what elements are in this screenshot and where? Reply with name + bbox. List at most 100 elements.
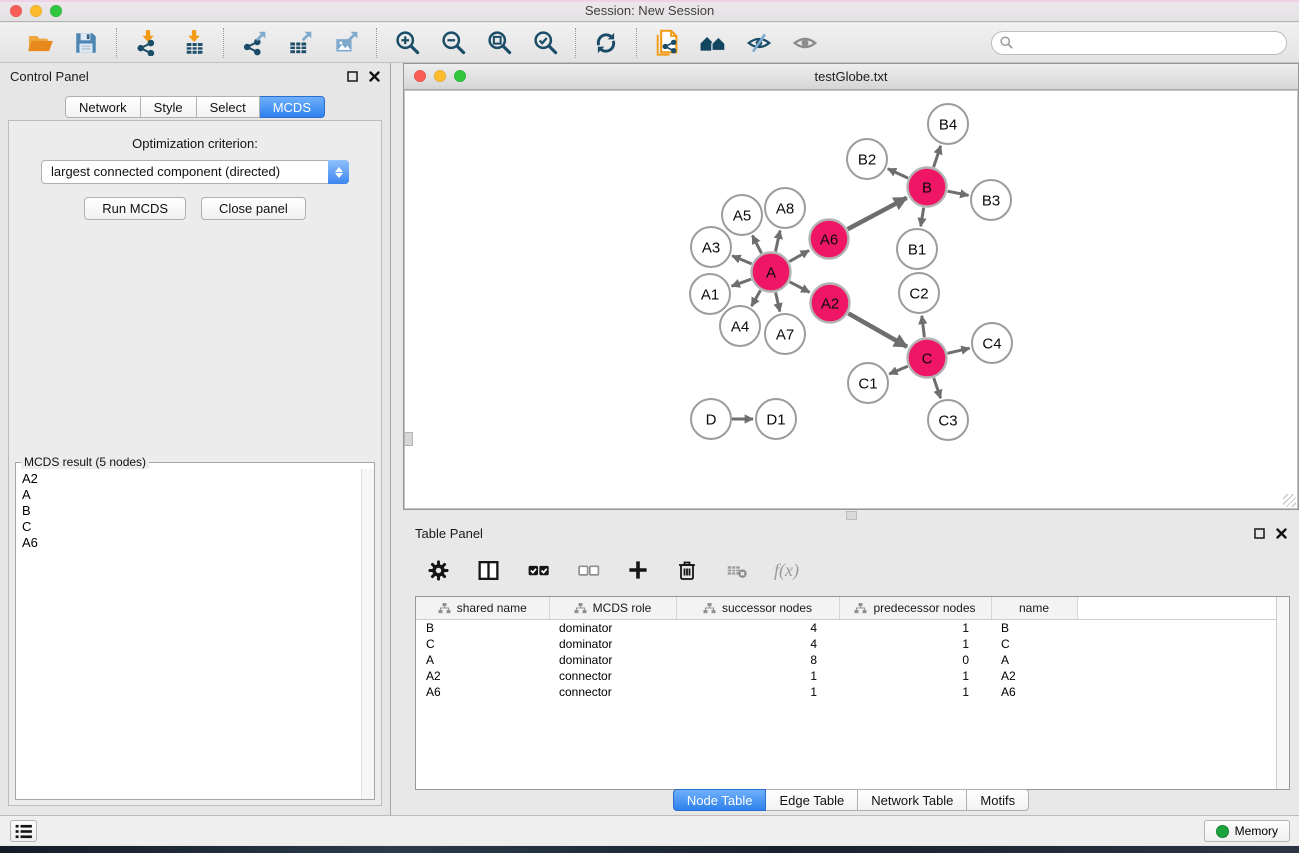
- network-canvas[interactable]: B4B2BB3A5A8A6A3B1AA1C2A2A4A7C4CC1C3DD1: [404, 90, 1298, 509]
- export-image-button[interactable]: [331, 28, 361, 58]
- graph-node-A5[interactable]: A5: [722, 195, 762, 235]
- close-window-button[interactable]: [10, 5, 22, 17]
- show-panels-button[interactable]: [10, 820, 37, 842]
- graph-node-C3[interactable]: C3: [928, 400, 968, 440]
- memory-button[interactable]: Memory: [1204, 820, 1290, 842]
- optimization-criterion-select[interactable]: largest connected component (directed): [41, 160, 349, 184]
- zoom-window-button[interactable]: [50, 5, 62, 17]
- zoom-fit-button[interactable]: [484, 28, 514, 58]
- graph-node-A4[interactable]: A4: [720, 306, 760, 346]
- table-tab-motifs[interactable]: Motifs: [967, 789, 1029, 811]
- table-scrollbar[interactable]: [1276, 597, 1289, 789]
- tab-network[interactable]: Network: [65, 96, 141, 118]
- home-button[interactable]: [698, 28, 728, 58]
- split-pane-divider-handle[interactable]: [846, 511, 857, 520]
- import-network-button[interactable]: [132, 28, 162, 58]
- table-cell[interactable]: 1: [676, 684, 839, 700]
- zoom-network-window-button[interactable]: [454, 70, 466, 82]
- column-header-successor-nodes[interactable]: successor nodes: [676, 597, 839, 620]
- table-cell[interactable]: 0: [839, 652, 991, 668]
- mcds-result-item[interactable]: A: [17, 487, 361, 503]
- close-table-panel-button[interactable]: [1276, 528, 1287, 539]
- table-cell[interactable]: A: [991, 652, 1077, 668]
- float-panel-button[interactable]: [347, 71, 358, 82]
- graph-edge-B-B4[interactable]: [934, 146, 941, 167]
- graph-edge-A-A1[interactable]: [732, 279, 752, 286]
- show-network-button[interactable]: [790, 28, 820, 58]
- network-window-titlebar[interactable]: testGlobe.txt: [404, 64, 1298, 90]
- delete-column-button[interactable]: [675, 558, 699, 582]
- mcds-result-item[interactable]: A6: [17, 535, 361, 551]
- mcds-result-list[interactable]: A2ABCA6: [17, 471, 361, 798]
- graph-node-A3[interactable]: A3: [691, 227, 731, 267]
- graph-node-B3[interactable]: B3: [971, 180, 1011, 220]
- table-row[interactable]: Adominator80A: [416, 652, 1289, 668]
- table-cell[interactable]: C: [416, 636, 549, 652]
- graph-edge-C-C4[interactable]: [948, 348, 970, 353]
- export-network-button[interactable]: [239, 28, 269, 58]
- graph-edge-A2-C[interactable]: [848, 313, 907, 346]
- select-all-checkboxes-button[interactable]: [526, 558, 551, 583]
- zoom-in-button[interactable]: [392, 28, 422, 58]
- graph-node-D1[interactable]: D1: [756, 399, 796, 439]
- graph-edge-A6-B[interactable]: [848, 198, 907, 229]
- mcds-result-item[interactable]: A2: [17, 471, 361, 487]
- minimize-network-window-button[interactable]: [434, 70, 446, 82]
- table-cell[interactable]: connector: [549, 668, 676, 684]
- table-tab-network-table[interactable]: Network Table: [858, 789, 967, 811]
- canvas-scroll-thumb[interactable]: [404, 432, 413, 446]
- graph-node-A1[interactable]: A1: [690, 274, 730, 314]
- graph-edge-A-A2[interactable]: [790, 282, 810, 293]
- graph-node-A7[interactable]: A7: [765, 314, 805, 354]
- graph-edge-C-C3[interactable]: [934, 378, 941, 398]
- table-cell[interactable]: connector: [549, 684, 676, 700]
- result-list-scrollbar[interactable]: [361, 469, 374, 799]
- graph-node-A8[interactable]: A8: [765, 188, 805, 228]
- table-row[interactable]: Bdominator41B: [416, 620, 1289, 637]
- graph-node-D[interactable]: D: [691, 399, 731, 439]
- zoom-selected-button[interactable]: [530, 28, 560, 58]
- graph-edge-B-B3[interactable]: [948, 191, 969, 195]
- graph-edge-A-A4[interactable]: [752, 290, 761, 306]
- graph-edge-C-C1[interactable]: [889, 366, 908, 374]
- graph-node-A2[interactable]: A2: [811, 284, 850, 323]
- column-header-predecessor-nodes[interactable]: predecessor nodes: [839, 597, 991, 620]
- graph-node-C2[interactable]: C2: [899, 273, 939, 313]
- column-header-shared-name[interactable]: shared name: [416, 597, 549, 620]
- table-tab-node-table[interactable]: Node Table: [673, 789, 767, 811]
- graph-edge-B-B2[interactable]: [888, 169, 908, 178]
- column-header-name[interactable]: name: [991, 597, 1077, 620]
- table-cell[interactable]: dominator: [549, 636, 676, 652]
- table-cell[interactable]: B: [416, 620, 549, 637]
- table-row[interactable]: Cdominator41C: [416, 636, 1289, 652]
- graph-edge-A-A7[interactable]: [776, 293, 780, 312]
- network-document-button[interactable]: [652, 28, 682, 58]
- split-table-button[interactable]: [476, 558, 501, 583]
- run-mcds-button[interactable]: Run MCDS: [84, 197, 186, 220]
- export-table-button[interactable]: [285, 28, 315, 58]
- open-folder-button[interactable]: [25, 28, 55, 58]
- graph-edge-A-A5[interactable]: [752, 236, 761, 254]
- mcds-result-item[interactable]: B: [17, 503, 361, 519]
- mcds-result-item[interactable]: C: [17, 519, 361, 535]
- deselect-all-checkboxes-button[interactable]: [576, 558, 601, 583]
- graph-edge-C-C2[interactable]: [922, 316, 925, 337]
- zoom-out-button[interactable]: [438, 28, 468, 58]
- minimize-window-button[interactable]: [30, 5, 42, 17]
- table-cell[interactable]: dominator: [549, 620, 676, 637]
- graph-node-C[interactable]: C: [908, 339, 947, 378]
- graph-node-A[interactable]: A: [752, 253, 791, 292]
- table-cell[interactable]: dominator: [549, 652, 676, 668]
- graph-node-B2[interactable]: B2: [847, 139, 887, 179]
- graph-node-C4[interactable]: C4: [972, 323, 1012, 363]
- table-cell[interactable]: A2: [991, 668, 1077, 684]
- graph-edge-A-A6[interactable]: [789, 250, 809, 261]
- save-button[interactable]: [71, 28, 101, 58]
- add-column-button[interactable]: [626, 558, 650, 582]
- column-header-MCDS-role[interactable]: MCDS role: [549, 597, 676, 620]
- graph-node-A6[interactable]: A6: [810, 220, 849, 259]
- table-cell[interactable]: A: [416, 652, 549, 668]
- table-row[interactable]: A2connector11A2: [416, 668, 1289, 684]
- close-network-window-button[interactable]: [414, 70, 426, 82]
- table-cell[interactable]: 1: [839, 668, 991, 684]
